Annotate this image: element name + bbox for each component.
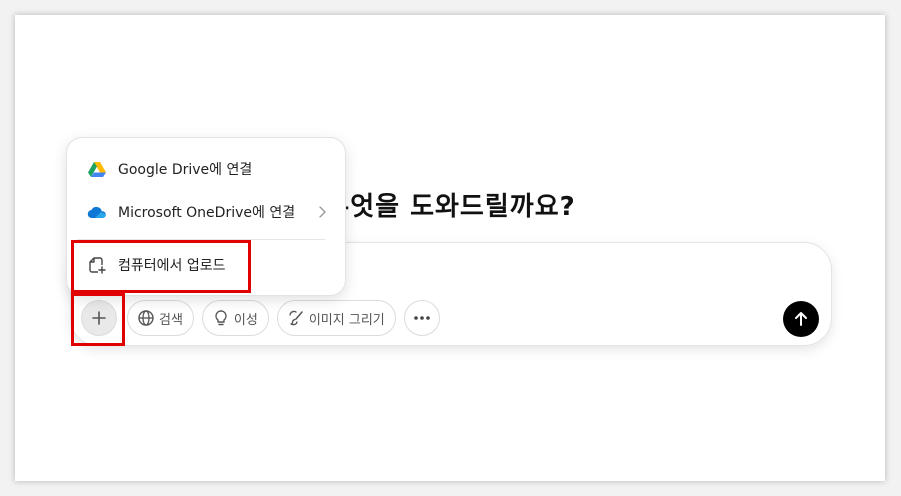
highlight-upload-item [71,240,251,293]
search-chip[interactable]: 검색 [127,300,194,336]
chevron-right-icon [319,206,326,218]
draw-image-chip-label: 이미지 그리기 [308,312,385,328]
lightbulb-icon [215,310,227,326]
menu-item-google-drive[interactable]: Google Drive에 연결 [87,154,327,184]
arrow-up-icon [795,312,807,326]
menu-item-label: Google Drive에 연결 [118,162,253,178]
google-drive-icon [87,159,107,179]
reason-chip-label: 이성 [233,312,258,328]
highlight-attach-button [71,293,125,346]
menu-item-label: Microsoft OneDrive에 연결 [118,205,296,221]
composer-toolbar: 검색 이성 이미지 그리기 [81,300,440,336]
search-chip-label: 검색 [159,312,183,328]
more-icon [413,316,430,320]
reason-chip[interactable]: 이성 [201,300,269,336]
send-button[interactable] [783,301,819,337]
paint-brush-icon [289,310,303,326]
menu-item-onedrive[interactable]: Microsoft OneDrive에 연결 [87,197,327,227]
more-options-button[interactable] [403,300,440,336]
onedrive-icon [87,202,107,222]
draw-image-chip[interactable]: 이미지 그리기 [276,300,396,336]
globe-icon [138,310,154,326]
